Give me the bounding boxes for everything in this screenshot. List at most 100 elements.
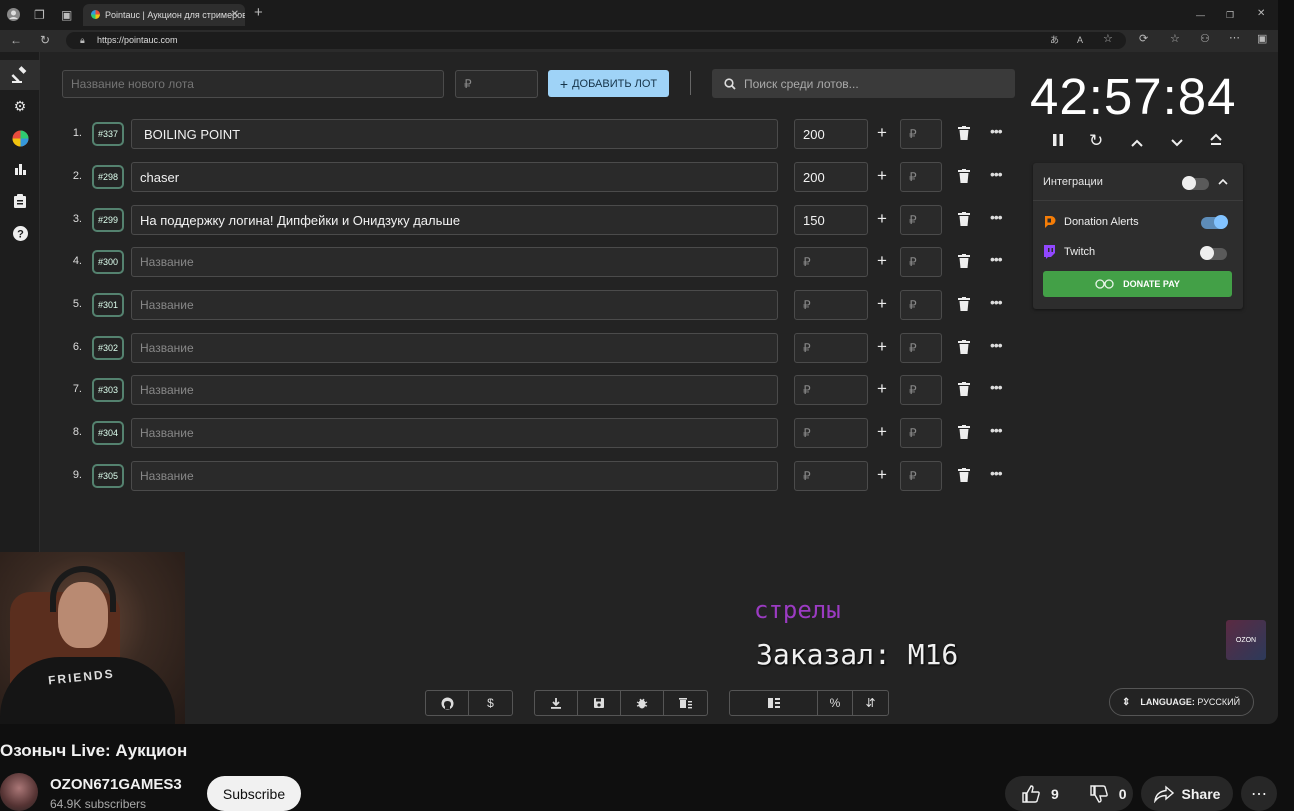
lot-add-amount-input[interactable]: ₽ (900, 375, 942, 405)
extensions-icon[interactable]: ⟳ (1139, 33, 1148, 45)
back-icon[interactable]: ← (10, 34, 22, 46)
lot-add-amount-input[interactable]: ₽ (900, 290, 942, 320)
lot-name-input[interactable]: BOILING POINT (131, 119, 778, 149)
timer-up-icon[interactable] (1130, 133, 1144, 153)
favorites-icon[interactable]: ☆ (1170, 33, 1180, 45)
more-options-icon[interactable]: ••• (990, 465, 1003, 481)
lot-amount-input[interactable]: 150 (794, 205, 868, 235)
minimize-icon[interactable]: — (1196, 9, 1205, 21)
twitch-toggle[interactable] (1200, 246, 1227, 260)
add-amount-plus-icon[interactable]: + (877, 209, 887, 229)
browser-menu-icon[interactable]: ⋯ (1229, 32, 1240, 44)
delete-trash-icon[interactable] (958, 382, 972, 398)
reload-icon[interactable]: ↻ (40, 34, 50, 46)
download-icon[interactable] (535, 691, 578, 715)
more-options-icon[interactable]: ••• (990, 209, 1003, 225)
timer-double-up-icon[interactable] (1209, 132, 1223, 152)
new-lot-amount-input[interactable]: ₽ (455, 70, 538, 98)
add-amount-plus-icon[interactable]: + (877, 379, 887, 399)
lot-add-amount-input[interactable]: ₽ (900, 333, 942, 363)
lot-amount-input[interactable]: ₽ (794, 418, 868, 448)
more-options-icon[interactable]: ••• (990, 294, 1003, 310)
lot-id-badge[interactable]: #304 (92, 421, 124, 445)
donate-pay-button[interactable]: DONATE PAY (1043, 271, 1232, 297)
share-button[interactable]: Share (1141, 776, 1233, 811)
add-amount-plus-icon[interactable]: + (877, 294, 887, 314)
collapse-chevron-icon[interactable] (1218, 176, 1228, 188)
lot-id-badge[interactable]: #337 (92, 122, 124, 146)
dislike-button[interactable]: 0 (1073, 776, 1141, 811)
lot-id-badge[interactable]: #301 (92, 293, 124, 317)
add-amount-plus-icon[interactable]: + (877, 166, 887, 186)
more-options-icon[interactable]: ••• (990, 123, 1003, 139)
read-aloud-icon[interactable]: A (1077, 34, 1083, 46)
lot-id-badge[interactable]: #299 (92, 208, 124, 232)
add-amount-plus-icon[interactable]: + (877, 337, 887, 357)
donate-dollar-icon[interactable]: $ (469, 691, 512, 715)
browser-tab[interactable]: Pointauc | Аукцион для стримеров ✕ (83, 4, 245, 26)
settings-gear-icon[interactable]: ⚙ (0, 98, 40, 115)
add-amount-plus-icon[interactable]: + (877, 422, 887, 442)
more-options-icon[interactable]: ••• (990, 251, 1003, 267)
delete-trash-icon[interactable] (958, 468, 972, 484)
delete-trash-icon[interactable] (958, 126, 972, 142)
lot-name-input[interactable]: На поддержку логина! Дипфейки и Онидзуку… (131, 205, 778, 235)
close-window-icon[interactable]: ✕ (1257, 8, 1265, 20)
delete-trash-icon[interactable] (958, 169, 972, 185)
add-amount-plus-icon[interactable]: + (877, 465, 887, 485)
lot-amount-input[interactable]: ₽ (794, 247, 868, 277)
sort-icon[interactable]: ⇵ (853, 691, 888, 715)
bug-report-icon[interactable] (621, 691, 664, 715)
more-options-icon[interactable]: ••• (990, 337, 1003, 353)
lot-add-amount-input[interactable]: ₽ (900, 205, 942, 235)
language-selector[interactable]: ⇕ LANGUAGE: РУССКИЙ (1109, 688, 1254, 716)
new-lot-name-input[interactable] (62, 70, 444, 98)
close-tab-icon[interactable]: ✕ (231, 9, 239, 20)
new-tab-icon[interactable]: + (254, 5, 263, 20)
lot-amount-input[interactable]: 200 (794, 162, 868, 192)
subscribe-button[interactable]: Subscribe (207, 776, 301, 811)
timer-down-icon[interactable] (1170, 133, 1184, 153)
delete-trash-icon[interactable] (958, 254, 972, 270)
donation-alerts-toggle[interactable] (1201, 215, 1228, 229)
lot-name-input[interactable]: Название (131, 418, 778, 448)
lot-id-badge[interactable]: #302 (92, 336, 124, 360)
lot-id-badge[interactable]: #300 (92, 250, 124, 274)
auction-gavel-icon[interactable] (0, 60, 40, 90)
lot-add-amount-input[interactable]: ₽ (900, 162, 942, 192)
profile-icon[interactable] (7, 8, 20, 23)
lot-id-badge[interactable]: #305 (92, 464, 124, 488)
lot-add-amount-input[interactable]: ₽ (900, 461, 942, 491)
more-options-icon[interactable]: ••• (990, 379, 1003, 395)
more-actions-icon[interactable]: ⋯ (1241, 776, 1277, 811)
tab-actions-icon[interactable]: ▣ (61, 9, 72, 21)
lot-id-badge[interactable]: #298 (92, 165, 124, 189)
lot-name-input[interactable]: chaser (131, 162, 778, 192)
lot-name-input[interactable]: Название (131, 461, 778, 491)
channel-avatar[interactable] (0, 773, 38, 811)
lot-amount-input[interactable]: ₽ (794, 333, 868, 363)
video-frame[interactable]: ❐ ▣ Pointauc | Аукцион для стримеров ✕ +… (0, 0, 1278, 724)
delete-trash-icon[interactable] (958, 340, 972, 356)
pause-icon[interactable] (1051, 132, 1065, 152)
integrations-master-toggle[interactable] (1182, 176, 1209, 190)
translate-icon[interactable]: あ (1050, 34, 1059, 46)
lot-name-input[interactable]: Название (131, 333, 778, 363)
restore-icon[interactable]: ❐ (1226, 9, 1234, 21)
lot-id-badge[interactable]: #303 (92, 378, 124, 402)
lot-amount-input[interactable]: 200 (794, 119, 868, 149)
delete-trash-icon[interactable] (958, 212, 972, 228)
workspaces-icon[interactable]: ❐ (34, 9, 45, 21)
add-amount-plus-icon[interactable]: + (877, 123, 887, 143)
lot-amount-input[interactable]: ₽ (794, 290, 868, 320)
lot-search-input[interactable]: Поиск среди лотов... (712, 69, 1015, 98)
lot-add-amount-input[interactable]: ₽ (900, 418, 942, 448)
lot-name-input[interactable]: Название (131, 247, 778, 277)
more-options-icon[interactable]: ••• (990, 422, 1003, 438)
channel-name[interactable]: OZON671GAMES3 (50, 776, 182, 793)
add-lot-button[interactable]: + ДОБАВИТЬ ЛОТ (548, 70, 669, 97)
sidebar-toggle-icon[interactable]: ▣ (1257, 33, 1267, 45)
delete-trash-icon[interactable] (958, 425, 972, 441)
clear-list-icon[interactable] (664, 691, 707, 715)
delete-trash-icon[interactable] (958, 297, 972, 313)
